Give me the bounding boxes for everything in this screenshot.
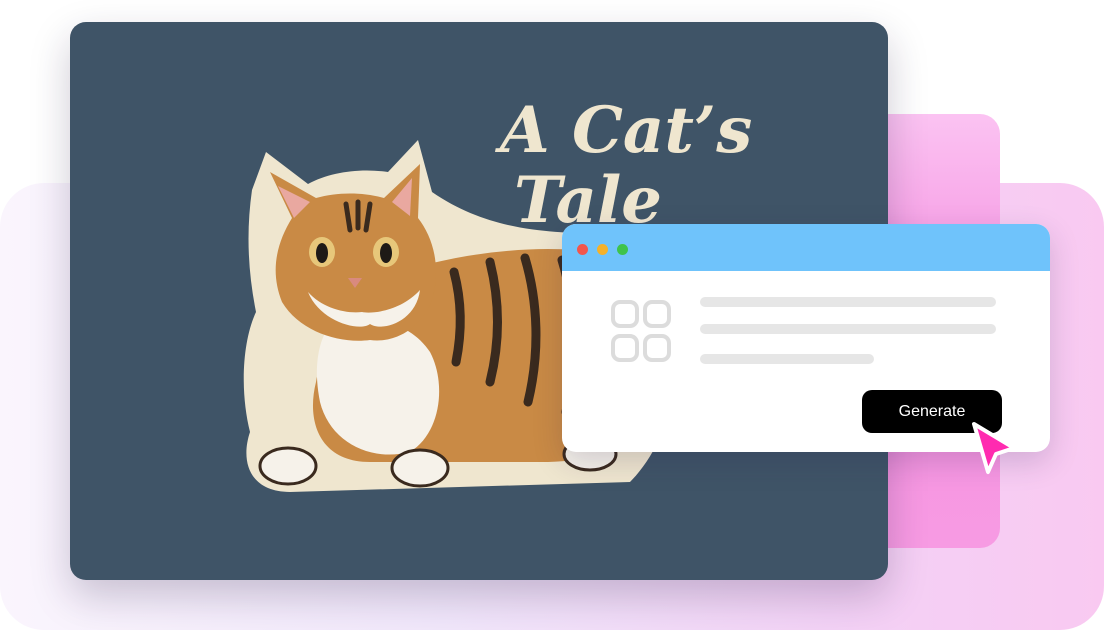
placeholder-text-line xyxy=(700,297,996,307)
minimize-icon[interactable] xyxy=(597,244,608,255)
pointer-cursor-icon xyxy=(972,422,1016,474)
window-titlebar xyxy=(562,224,1050,271)
artwork-title-line1: A Cat’s xyxy=(495,93,752,168)
placeholder-text-line xyxy=(700,324,996,334)
placeholder-text-line xyxy=(700,354,874,364)
grid-icon xyxy=(611,300,671,362)
maximize-icon[interactable] xyxy=(617,244,628,255)
close-icon[interactable] xyxy=(577,244,588,255)
